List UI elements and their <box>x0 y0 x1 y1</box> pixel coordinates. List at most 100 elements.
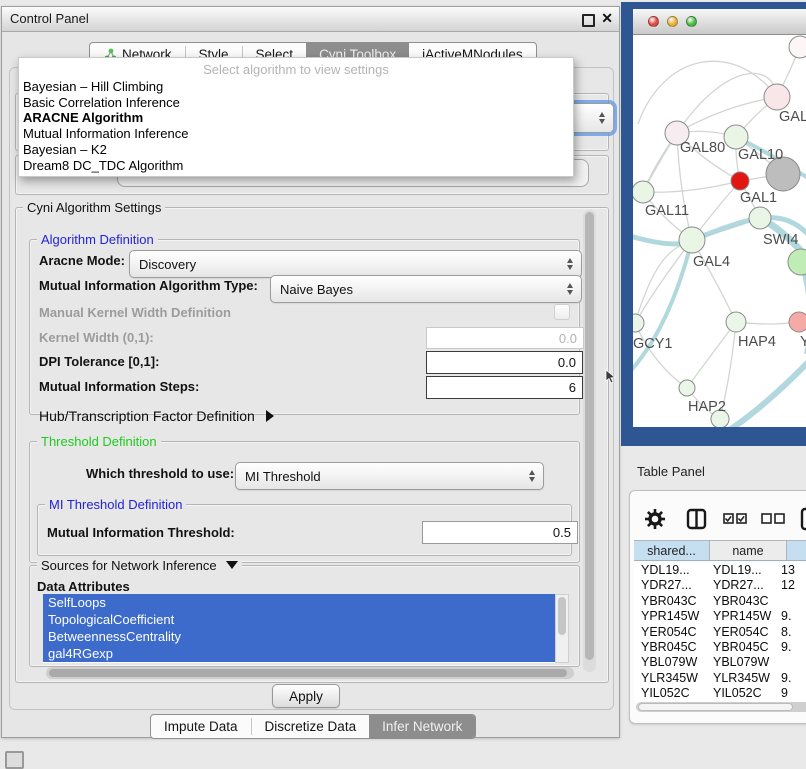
attribute-list-item[interactable]: SelfLoops <box>43 594 555 611</box>
which-threshold-combo[interactable]: MI Threshold <box>235 462 544 490</box>
table-row[interactable]: YIL052CYIL052C9 <box>634 686 806 701</box>
dropdown-item[interactable]: Mutual Information Inference <box>23 126 569 142</box>
network-node-gal11[interactable] <box>633 181 654 203</box>
algorithm-definition-legend: Algorithm Definition <box>37 232 158 247</box>
mac-minimize-button[interactable] <box>667 16 678 27</box>
table-cell: YLR345W <box>641 671 698 686</box>
table-row[interactable]: YBL079WYBL079W <box>634 655 806 670</box>
gear-icon[interactable] <box>645 509 665 529</box>
dropdown-item[interactable]: ARACNE Algorithm <box>23 110 569 126</box>
mi-steps-field[interactable]: 6 <box>426 376 583 399</box>
attribute-list-item[interactable]: TopologicalCoefficient <box>43 611 555 628</box>
attributes-vscrollbar[interactable] <box>555 594 569 663</box>
table-row[interactable]: YBR045CYBR045C9. <box>634 640 806 655</box>
network-node-y[interactable] <box>789 312 806 332</box>
dpi-tolerance-field[interactable]: 0.0 <box>426 351 583 374</box>
table-cell: YDR27... <box>641 578 692 593</box>
network-node[interactable] <box>789 36 806 58</box>
table-rows: YDL19...YDL19...13YDR27...YDR27...12YBR0… <box>634 563 806 703</box>
dropdown-item[interactable]: Dream8 DC_TDC Algorithm <box>23 158 569 174</box>
attribute-list-item[interactable]: BetweennessCentrality <box>43 628 555 645</box>
mi-threshold-label: Mutual Information Threshold: <box>47 525 235 540</box>
apply-button[interactable]: Apply <box>272 684 340 708</box>
combo-arrows-icon <box>567 283 574 295</box>
threshold-definition-legend: Threshold Definition <box>37 434 161 449</box>
mi-threshold-field[interactable]: 0.5 <box>422 521 578 544</box>
network-node-gal[interactable] <box>764 84 790 110</box>
table-cell: YDL19... <box>713 563 762 578</box>
attribute-list-item[interactable]: gal4RGexp <box>43 645 555 662</box>
settings-vscrollbar[interactable] <box>583 210 596 672</box>
table-row[interactable]: YLR345WYLR345W9. <box>634 671 806 686</box>
table-hscrollbar[interactable] <box>636 702 806 712</box>
table-cell: YBR045C <box>713 640 769 655</box>
desktop: { "control_panel": { "title": "Control P… <box>0 0 806 762</box>
hub-section-toggle[interactable]: Hub/Transcription Factor Definition <box>39 408 274 424</box>
page-icon[interactable] <box>802 509 806 529</box>
network-node-label: GAL4 <box>693 254 730 270</box>
sources-legend[interactable]: Sources for Network Inference <box>37 558 242 573</box>
attributes-vscrollbar-thumb[interactable] <box>558 597 566 635</box>
aracne-mode-combo[interactable]: Discovery <box>129 250 582 278</box>
network-node-gcy1[interactable] <box>633 314 644 332</box>
table-panel-title: Table Panel <box>637 464 705 479</box>
tab-infer-network[interactable]: Infer Network <box>369 715 475 738</box>
table-hscrollbar-thumb[interactable] <box>638 703 793 711</box>
float-window-icon[interactable] <box>582 14 595 27</box>
table-cell: 9. <box>781 640 791 655</box>
algorithm-dropdown: Select algorithm to view settings Bayesi… <box>18 57 574 177</box>
checked-pair-icon[interactable] <box>724 514 746 523</box>
mouse-cursor <box>605 369 617 385</box>
dropdown-item[interactable]: Basic Correlation Inference <box>23 95 569 111</box>
tab-impute-data[interactable]: Impute Data <box>151 715 251 738</box>
network-node-label: HAP2 <box>688 399 726 415</box>
settings-hscrollbar-thumb[interactable] <box>49 669 567 677</box>
column-header-name[interactable]: name <box>710 540 787 561</box>
table-row[interactable]: YDL19...YDL19...13 <box>634 563 806 578</box>
mi-steps-value: 6 <box>569 380 576 395</box>
dpi-tolerance-value: 0.0 <box>558 355 576 370</box>
unchecked-pair-icon[interactable] <box>762 514 784 523</box>
network-node-gal10[interactable] <box>724 125 748 149</box>
network-node-gal4[interactable] <box>679 227 705 253</box>
network-node-label: Y <box>800 334 806 350</box>
split-columns-icon[interactable] <box>688 510 705 528</box>
data-attributes-list[interactable]: SelfLoopsTopologicalCoefficientBetweenne… <box>43 594 555 663</box>
manual-kernel-checkbox[interactable] <box>554 304 570 320</box>
tab-discretize-data[interactable]: Discretize Data <box>252 715 370 738</box>
mac-close-button[interactable] <box>648 16 659 27</box>
combo-arrows-icon <box>599 112 606 124</box>
table-row[interactable]: YDR27...YDR27...12 <box>634 578 806 593</box>
mi-steps-label: Mutual Information Steps: <box>39 379 199 394</box>
table-cell: 9. <box>781 609 791 624</box>
network-view-window: GALGAL80GAL10GAL1GAL11SWI4GAL4HAP4YGCY1H… <box>633 9 806 427</box>
settings-hscrollbar[interactable] <box>46 667 574 679</box>
table-row[interactable]: YBR043CYBR043C <box>634 594 806 609</box>
tab-label: Discretize Data <box>265 719 357 734</box>
kernel-width-field[interactable]: 0.0 <box>426 327 584 349</box>
settings-vscrollbar-thumb[interactable] <box>585 212 594 660</box>
column-header-partial[interactable] <box>787 540 806 561</box>
network-node-label: GCY1 <box>633 336 673 352</box>
mi-algorithm-type-combo[interactable]: Naive Bayes <box>270 275 582 303</box>
dropdown-item[interactable]: Bayesian – Hill Climbing <box>23 79 569 95</box>
docked-panel-icon[interactable] <box>5 751 24 769</box>
network-node-label: SWI4 <box>763 232 798 248</box>
tab-label: Infer Network <box>382 719 462 734</box>
table-row[interactable]: YPR145WYPR145W9. <box>634 609 806 624</box>
network-node-gal1[interactable] <box>731 172 749 190</box>
network-node[interactable] <box>788 249 806 275</box>
network-node-swi4[interactable] <box>749 207 771 229</box>
manual-kernel-label: Manual Kernel Width Definition <box>39 305 231 320</box>
which-threshold-value: MI Threshold <box>245 469 543 484</box>
close-icon[interactable]: ✕ <box>601 10 613 27</box>
network-node-hap4[interactable] <box>726 312 746 332</box>
mac-zoom-button[interactable] <box>686 16 697 27</box>
sources-legend-label: Sources for Network Inference <box>41 558 217 573</box>
dropdown-item[interactable]: Bayesian – K2 <box>23 142 569 158</box>
network-canvas[interactable]: GALGAL80GAL10GAL1GAL11SWI4GAL4HAP4YGCY1H… <box>633 34 806 427</box>
network-node-hap2[interactable] <box>679 380 695 396</box>
control-panel-title: Control Panel <box>10 7 89 31</box>
table-row[interactable]: YER054CYER054C8. <box>634 625 806 640</box>
column-header-shared-name[interactable]: shared... <box>634 540 710 561</box>
